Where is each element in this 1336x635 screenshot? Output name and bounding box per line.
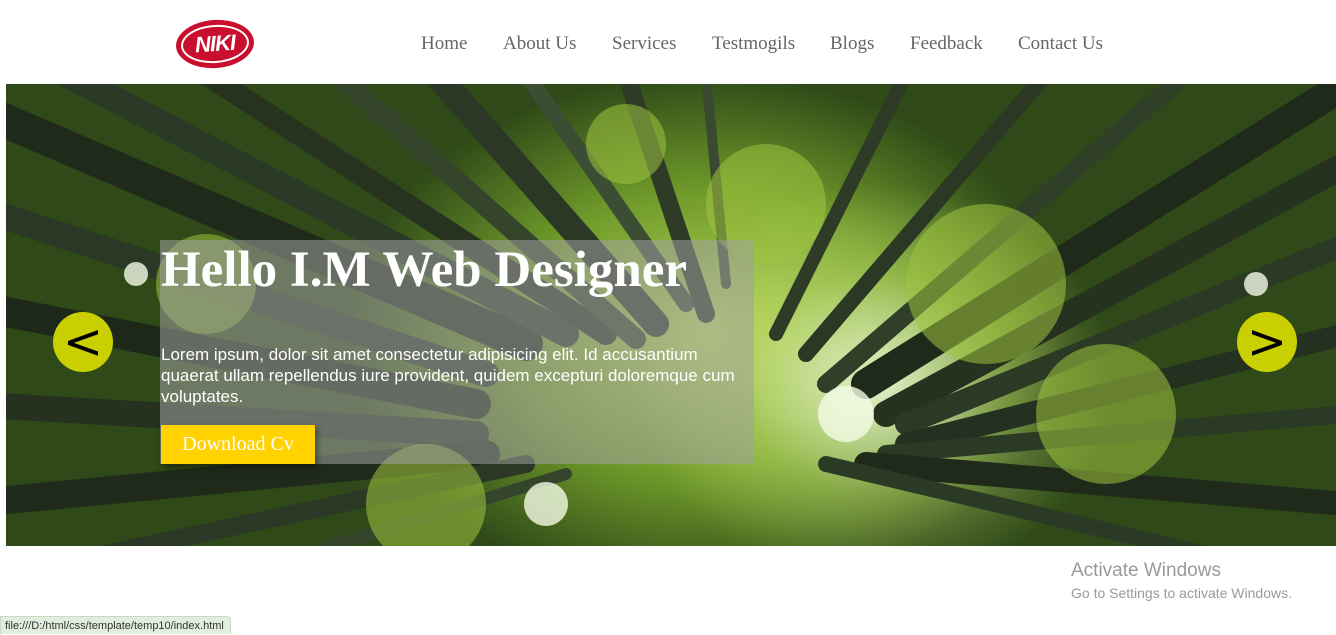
activate-windows-subtitle: Go to Settings to activate Windows. (1071, 585, 1292, 601)
nav-testmogils[interactable]: Testmogils (712, 33, 795, 55)
hero-title: Hello I.M Web Designer (161, 242, 688, 298)
site-header: NIKI Home About Us Services Testmogils B… (0, 0, 1336, 84)
activate-windows-title: Activate Windows (1071, 560, 1221, 581)
hero-banner: Hello I.M Web Designer Lorem ipsum, dolo… (6, 84, 1336, 546)
nav-feedback[interactable]: Feedback (910, 33, 983, 55)
nav-contact-us[interactable]: Contact Us (1018, 33, 1103, 55)
nav-home[interactable]: Home (421, 33, 467, 55)
activate-windows-watermark: Activate Windows Go to Settings to activ… (1071, 560, 1292, 604)
nav-blogs[interactable]: Blogs (830, 33, 874, 55)
download-cv-button[interactable]: Download Cv (161, 425, 315, 464)
browser-status-url: file:///D:/html/css/template/temp10/inde… (0, 616, 231, 634)
slider-next-button[interactable]: > (1237, 312, 1297, 372)
chevron-right-icon: > (1246, 314, 1288, 370)
nav-services[interactable]: Services (612, 33, 676, 55)
main-nav: Home About Us Services Testmogils Blogs … (0, 33, 1336, 57)
chevron-left-icon: < (62, 314, 104, 370)
hero-description: Lorem ipsum, dolor sit amet consectetur … (161, 345, 735, 406)
nav-about-us[interactable]: About Us (503, 33, 576, 55)
slider-prev-button[interactable]: < (53, 312, 113, 372)
